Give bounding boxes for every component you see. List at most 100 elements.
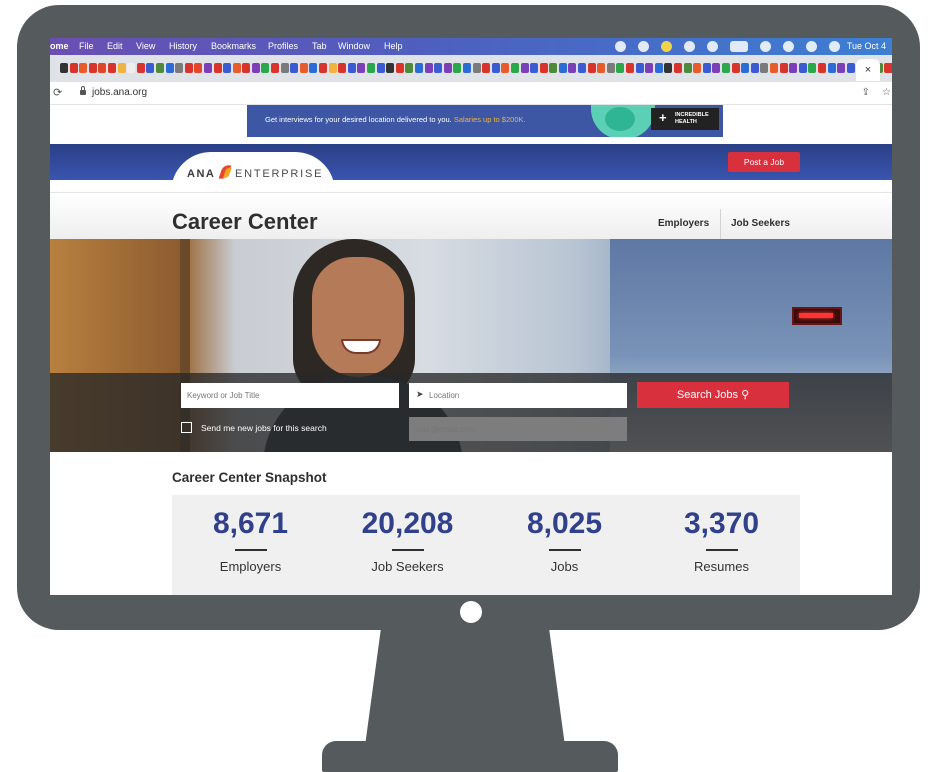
tab-favicon-icon[interactable] (779, 63, 788, 73)
tab-favicon-icon[interactable] (491, 63, 500, 73)
tab-favicon-icon[interactable] (107, 63, 116, 73)
menu-view[interactable]: View (136, 38, 155, 55)
tab-favicon-icon[interactable] (721, 63, 730, 73)
tab-favicon-icon[interactable] (520, 63, 529, 73)
tab-favicon-icon[interactable] (808, 63, 817, 73)
location-input[interactable] (409, 383, 627, 408)
battery-icon[interactable] (730, 41, 748, 52)
tab-favicon-icon[interactable] (597, 63, 606, 73)
active-tab[interactable]: × (856, 59, 880, 81)
tab-favicon-icon[interactable] (98, 63, 107, 73)
keyword-input[interactable] (181, 383, 399, 408)
menu-tab[interactable]: Tab (312, 38, 327, 55)
tab-favicon-icon[interactable] (702, 63, 711, 73)
tab-favicon-icon[interactable] (462, 63, 471, 73)
tab-favicon-icon[interactable] (558, 63, 567, 73)
tab-favicon-icon[interactable] (674, 63, 682, 73)
tab-favicon-icon[interactable] (88, 63, 97, 73)
tab-favicon-icon[interactable] (232, 63, 241, 73)
tab-favicon-icon[interactable] (357, 63, 366, 73)
menu-file[interactable]: File (79, 38, 94, 55)
tab-favicon-icon[interactable] (376, 63, 385, 73)
tab-favicon-icon[interactable] (741, 63, 750, 73)
menu-edit[interactable]: Edit (107, 38, 123, 55)
tab-favicon-icon[interactable] (165, 63, 174, 73)
tab-favicon-icon[interactable] (213, 63, 222, 73)
tab-close-icon[interactable]: × (865, 64, 871, 76)
tab-favicon-icon[interactable] (578, 63, 587, 73)
tab-favicon-icon[interactable] (453, 63, 462, 73)
tab-favicon-icon[interactable] (443, 63, 452, 73)
tab-favicon-icon[interactable] (760, 63, 769, 73)
tab-favicon-icon[interactable] (616, 63, 625, 73)
tab-favicon-icon[interactable] (587, 63, 596, 73)
url-field[interactable]: jobs.ana.org (92, 82, 147, 104)
tab-favicon-icon[interactable] (664, 63, 673, 73)
tab-favicon-icon[interactable] (769, 63, 778, 73)
search-jobs-button[interactable]: Search Jobs ⚲ (637, 382, 789, 408)
menu-help[interactable]: Help (384, 38, 403, 55)
bluetooth-icon[interactable] (707, 41, 718, 52)
tab-favicon-icon[interactable] (184, 63, 193, 73)
tab-favicon-icon[interactable] (712, 63, 721, 73)
tab-favicon-icon[interactable] (568, 63, 577, 73)
nav-job-seekers-link[interactable]: Job Seekers (731, 218, 790, 229)
siri-icon[interactable] (829, 41, 840, 52)
tab-favicon-icon[interactable] (482, 63, 491, 73)
tab-favicon-icon[interactable] (261, 63, 270, 73)
tab-favicon-icon[interactable] (69, 63, 78, 73)
dropbox-icon[interactable] (638, 41, 649, 52)
alert-email-input[interactable] (409, 417, 627, 441)
tab-favicon-icon[interactable] (472, 63, 481, 73)
tab-favicon-icon[interactable] (789, 63, 798, 73)
job-alert-checkbox[interactable] (181, 422, 192, 433)
tab-favicon-icon[interactable] (645, 63, 654, 73)
tab-favicon-icon[interactable] (117, 63, 126, 73)
tab-favicon-icon[interactable] (251, 63, 260, 73)
tab-favicon-icon[interactable] (405, 63, 414, 73)
tab-favicon-icon[interactable] (817, 63, 826, 73)
tab-favicon-icon[interactable] (510, 63, 519, 73)
tab-favicon-icon[interactable] (530, 63, 539, 73)
tab-favicon-icon[interactable] (731, 63, 740, 73)
menu-window[interactable]: Window (338, 38, 370, 55)
tab-favicon-icon[interactable] (549, 63, 558, 73)
tab-favicon-icon[interactable] (626, 63, 635, 73)
tab-favicon-icon[interactable] (395, 63, 404, 73)
tab-favicon-icon[interactable] (309, 63, 318, 73)
tab-favicon-icon[interactable] (367, 63, 375, 73)
ad-banner[interactable]: Get interviews for your desired location… (247, 105, 723, 137)
tab-favicon-icon[interactable] (683, 63, 692, 73)
status-yellow-icon[interactable] (661, 41, 672, 52)
tab-favicon-icon[interactable] (414, 63, 423, 73)
tab-favicon-icon[interactable] (635, 63, 644, 73)
tab-favicon-icon[interactable] (798, 63, 807, 73)
tab-favicon-icon[interactable] (424, 63, 433, 73)
tab-favicon-icon[interactable] (290, 63, 299, 73)
tab-favicon-icon[interactable] (846, 63, 855, 73)
tab-favicon-icon[interactable] (434, 63, 443, 73)
lock-icon[interactable] (80, 86, 86, 95)
tab-favicon-icon[interactable] (837, 63, 846, 73)
tab-favicon-icon[interactable] (127, 63, 136, 73)
tab-favicon-icon[interactable] (386, 63, 395, 73)
ana-enterprise-logo[interactable]: ANA ENTERPRISE (171, 152, 335, 192)
tab-favicon-overflow[interactable] (884, 63, 892, 73)
tab-favicon-icon[interactable] (271, 63, 280, 73)
tab-favicon-icon[interactable] (79, 63, 88, 73)
menu-clock[interactable]: Tue Oct 4 (847, 38, 886, 55)
vpn-icon[interactable] (684, 41, 695, 52)
tab-favicon-icon[interactable] (750, 63, 759, 73)
spotlight-search-icon[interactable] (783, 41, 794, 52)
post-job-button[interactable]: Post a Job (728, 152, 800, 172)
menu-app-name[interactable]: ome (50, 38, 69, 55)
tab-favicon-icon[interactable] (539, 63, 548, 73)
star-icon[interactable]: ☆ (882, 82, 891, 104)
tab-favicon-icon[interactable] (328, 63, 337, 73)
tab-favicon-icon[interactable] (319, 63, 328, 73)
control-center-icon[interactable] (806, 41, 817, 52)
tab-favicon-icon[interactable] (242, 63, 251, 73)
wifi-icon[interactable] (760, 41, 771, 52)
menu-history[interactable]: History (169, 38, 197, 55)
tab-favicon-icon[interactable] (175, 63, 184, 73)
